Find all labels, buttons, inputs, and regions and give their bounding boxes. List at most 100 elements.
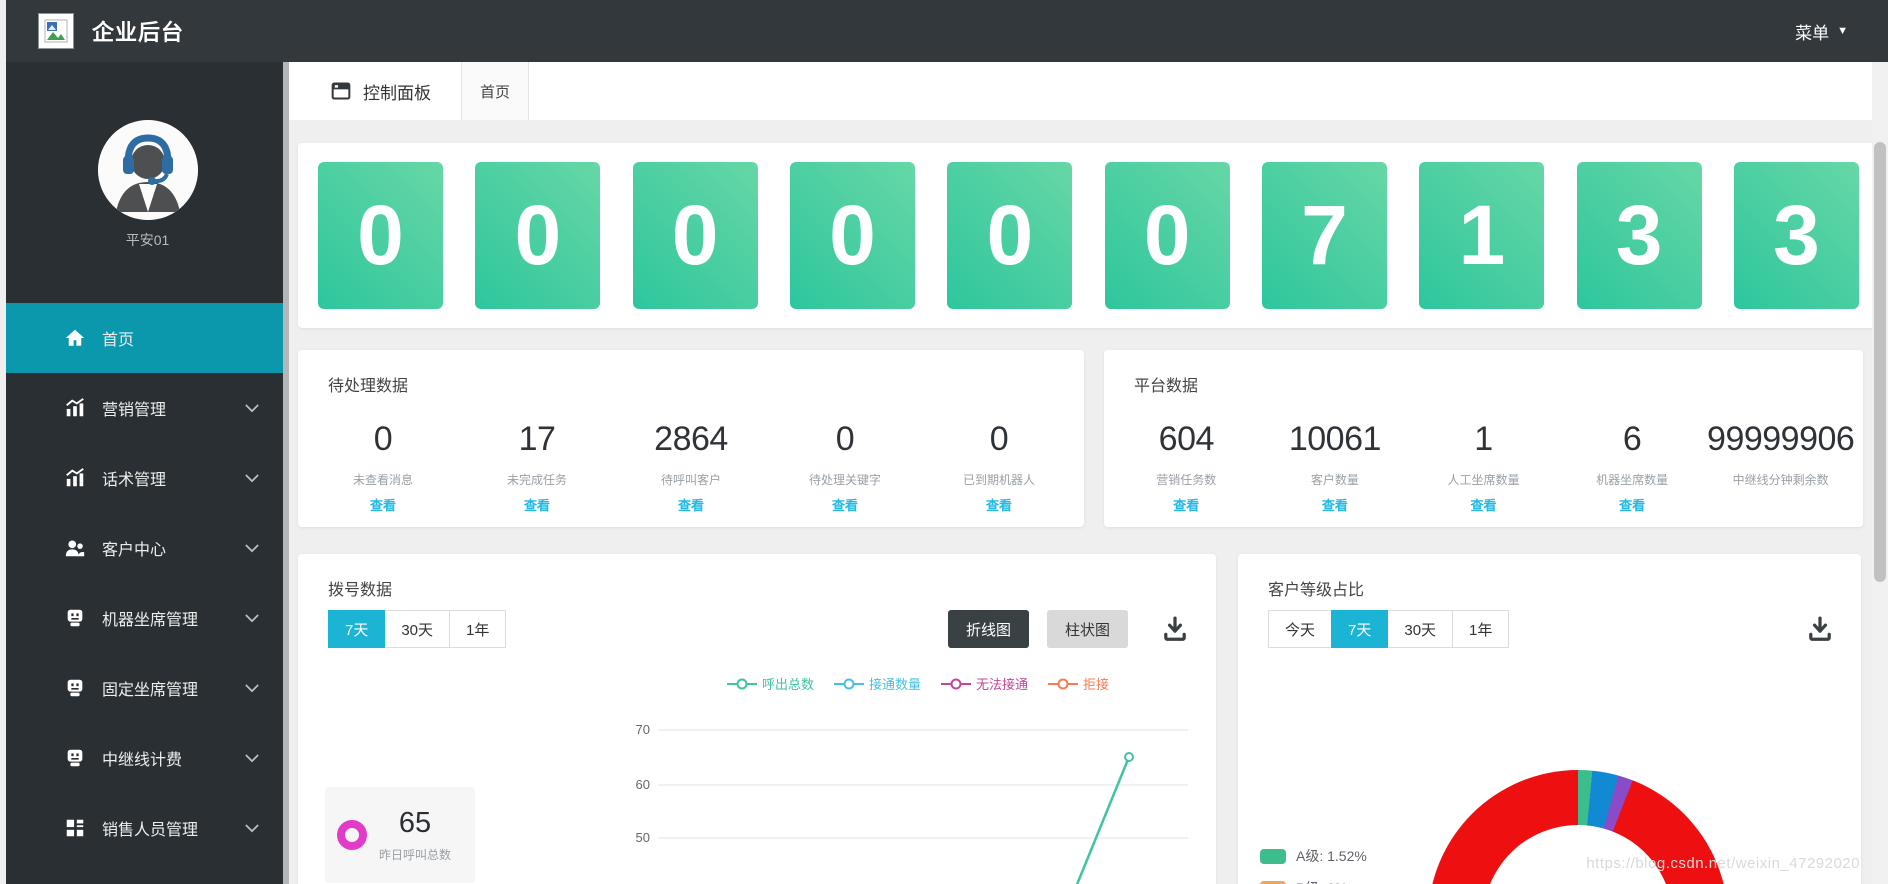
tab-home[interactable]: 首页 (461, 62, 529, 120)
view-link[interactable]: 查看 (832, 495, 858, 514)
robot-icon (64, 747, 86, 769)
sidebar-item-label: 营销管理 (102, 396, 166, 420)
vertical-scrollbar[interactable] (1872, 62, 1888, 884)
sidebar-item-trunk-billing[interactable]: 中继线计费 (6, 723, 283, 793)
sidebar-item-label: 销售人员管理 (102, 816, 198, 840)
counter-card: 0 (633, 162, 758, 309)
yesterday-total-card: 65 昨日呼叫总数 (325, 787, 475, 883)
sidebar-item-home[interactable]: 首页 (6, 303, 283, 373)
counter-card: 3 (1577, 162, 1702, 309)
range-button-7d[interactable]: 7天 (1331, 610, 1388, 648)
counter-cards-panel: 0 0 0 0 0 0 7 1 3 3 (298, 143, 1879, 328)
avatar (98, 120, 198, 220)
sidebar-item-label: 机器坐席管理 (102, 606, 198, 630)
ring-icon (337, 820, 367, 850)
view-link[interactable]: 查看 (678, 495, 704, 514)
line-chart-button[interactable]: 折线图 (948, 610, 1029, 648)
range-button-30d[interactable]: 30天 (1387, 610, 1453, 648)
legend-item[interactable]: 拒接 (1048, 674, 1109, 693)
platform-stats: 604 营销任务数 查看 10061 客户数量 查看 1 人工坐席数量 (1104, 420, 1863, 515)
donut-legend: A级: 1.52% B级: 0% (1260, 846, 1367, 884)
view-link[interactable]: 查看 (1322, 495, 1348, 514)
svg-text:50: 50 (636, 830, 650, 845)
legend-item[interactable]: 接通数量 (834, 674, 921, 693)
yesterday-total-value: 65 (367, 807, 463, 840)
range-button-group: 今天 7天 30天 1年 (1268, 610, 1509, 648)
sidebar-item-marketing[interactable]: 营销管理 (6, 373, 283, 443)
line-marker-icon (834, 678, 864, 690)
legend-item[interactable]: 无法接通 (941, 674, 1028, 693)
stat-keywords-pending: 0 待处理关键字 查看 (768, 420, 922, 515)
sidebar-item-robot-agents[interactable]: 机器坐席管理 (6, 583, 283, 653)
charts-row: 拨号数据 7天 30天 1年 折线图 柱状图 (298, 554, 1879, 884)
line-marker-icon (941, 678, 971, 690)
legend-swatch (1260, 849, 1286, 864)
stats-row: 待处理数据 0 未查看消息 查看 17 未完成任务 查看 (298, 350, 1879, 527)
sidebar-item-scripts[interactable]: 话术管理 (6, 443, 283, 513)
chevron-down-icon (245, 404, 259, 413)
sidebar-item-fixed-agents[interactable]: 固定坐席管理 (6, 653, 283, 723)
panel-title: 平台数据 (1104, 350, 1863, 396)
counter-card: 0 (475, 162, 600, 309)
legend-item-grade-a[interactable]: A级: 1.52% (1260, 846, 1367, 866)
view-link[interactable]: 查看 (986, 495, 1012, 514)
chevron-down-icon (245, 614, 259, 623)
bar-chart-button[interactable]: 柱状图 (1047, 610, 1128, 648)
counter-card: 0 (318, 162, 443, 309)
range-button-30d[interactable]: 30天 (384, 610, 450, 648)
stat-trunk-minutes: 99999906 中继线分钟剩余数 (1706, 420, 1855, 515)
chevron-down-icon: ▼ (1837, 25, 1848, 37)
stat-unread-messages: 0 未查看消息 查看 (306, 420, 460, 515)
download-icon[interactable] (1807, 616, 1833, 642)
stat-unfinished-tasks: 17 未完成任务 查看 (460, 420, 614, 515)
main-content: 控制面板 首页 0 0 0 0 0 0 7 1 3 3 待处理数据 (289, 62, 1888, 884)
stat-human-agents: 1 人工坐席数量 查看 (1409, 420, 1558, 515)
robot-icon (64, 677, 86, 699)
view-link[interactable]: 查看 (1619, 495, 1645, 514)
pending-data-panel: 待处理数据 0 未查看消息 查看 17 未完成任务 查看 (298, 350, 1084, 527)
sidebar-nav: 首页 营销管理 话术管理 (6, 303, 283, 863)
stat-marketing-tasks: 604 营销任务数 查看 (1112, 420, 1261, 515)
legend-item[interactable]: 呼出总数 (727, 674, 814, 693)
sidebar-item-sales-staff[interactable]: 销售人员管理 (6, 793, 283, 863)
page-title: 企业后台 (92, 15, 184, 47)
top-header: 企业后台 菜单 ▼ (6, 0, 1888, 62)
range-button-group: 7天 30天 1年 (328, 610, 506, 648)
range-button-7d[interactable]: 7天 (328, 610, 385, 648)
yesterday-total-label: 昨日呼叫总数 (367, 846, 463, 863)
view-link[interactable]: 查看 (524, 495, 550, 514)
counter-card: 7 (1262, 162, 1387, 309)
app-logo (38, 13, 74, 49)
scroll-area: 0 0 0 0 0 0 7 1 3 3 待处理数据 0 未查看消息 (289, 120, 1888, 884)
sidebar: 平安01 首页 营销管理 (6, 62, 289, 884)
scrollbar-thumb[interactable] (1874, 142, 1886, 582)
view-link[interactable]: 查看 (370, 495, 396, 514)
sidebar-item-customers[interactable]: 客户中心 (6, 513, 283, 583)
dial-controls: 7天 30天 1年 折线图 柱状图 (328, 610, 1188, 648)
sidebar-item-label: 固定坐席管理 (102, 676, 198, 700)
legend-item-grade-b[interactable]: B级: 0% (1260, 878, 1367, 884)
line-marker-icon (1048, 678, 1078, 690)
counter-card: 0 (790, 162, 915, 309)
panel-title: 待处理数据 (298, 350, 1084, 396)
range-button-1y[interactable]: 1年 (1452, 610, 1509, 648)
control-panel-label: 控制面板 (289, 62, 431, 120)
tab-bar: 控制面板 首页 (289, 62, 1888, 120)
grade-controls: 今天 7天 30天 1年 (1268, 610, 1833, 648)
counter-card: 0 (1105, 162, 1230, 309)
view-link[interactable]: 查看 (1470, 495, 1496, 514)
download-icon[interactable] (1162, 616, 1188, 642)
menu-dropdown[interactable]: 菜单 ▼ (1795, 19, 1848, 44)
svg-text:60: 60 (636, 777, 650, 792)
counter-card: 0 (947, 162, 1072, 309)
chart-icon (64, 397, 86, 419)
range-button-1y[interactable]: 1年 (449, 610, 506, 648)
range-button-today[interactable]: 今天 (1268, 610, 1332, 648)
stat-robot-agents: 6 机器坐席数量 查看 (1558, 420, 1707, 515)
chart-type-controls: 折线图 柱状图 (948, 610, 1188, 648)
users-icon (64, 537, 86, 559)
menu-label: 菜单 (1795, 19, 1829, 44)
panel-title: 客户等级占比 (1238, 554, 1861, 600)
view-link[interactable]: 查看 (1173, 495, 1199, 514)
chevron-down-icon (245, 754, 259, 763)
